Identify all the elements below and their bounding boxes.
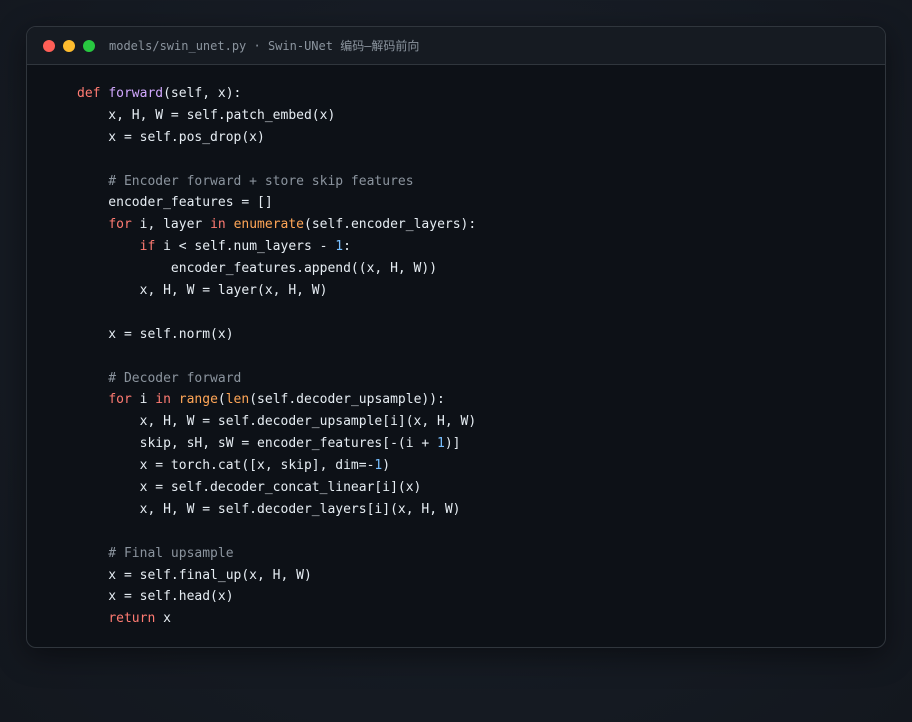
code-line: for i, layer in enumerate(self.encoder_l… bbox=[77, 214, 885, 236]
code-token: : bbox=[343, 239, 351, 255]
code-token: x = self.norm(x) bbox=[77, 326, 234, 342]
code-line: x = torch.cat([x, skip], dim=-1) bbox=[77, 455, 885, 477]
code-line: x = self.decoder_concat_linear[i](x) bbox=[77, 477, 885, 499]
code-token: ( bbox=[217, 392, 226, 408]
code-token: ) bbox=[382, 458, 391, 474]
close-window-button[interactable] bbox=[43, 39, 55, 52]
code-line: return x bbox=[77, 608, 885, 630]
code-line: x, H, W = self.decoder_layers[i](x, H, W… bbox=[77, 499, 885, 521]
window-titlebar: models/swin_unet.py · Swin-UNet 编码—解码前向 bbox=[27, 27, 885, 65]
code-token: x bbox=[155, 611, 171, 627]
code-token: enumerate bbox=[233, 217, 305, 233]
code-line: for i in range(len(self.decoder_upsample… bbox=[77, 389, 885, 411]
code-token: x, H, W = layer(x, H, W) bbox=[77, 283, 328, 299]
code-token: x = self.pos_drop(x) bbox=[77, 129, 265, 145]
code-token: for bbox=[108, 392, 132, 408]
code-token: in bbox=[155, 392, 171, 408]
code-token: forward bbox=[108, 86, 164, 101]
code-line: encoder_features.append((x, H, W)) bbox=[77, 258, 885, 280]
code-token: range bbox=[178, 392, 218, 408]
maximize-window-button[interactable] bbox=[83, 39, 95, 52]
window-title: models/swin_unet.py · Swin-UNet 编码—解码前向 bbox=[109, 39, 420, 53]
code-token: (self.encoder_layers): bbox=[304, 217, 477, 233]
code-token: # Final upsample bbox=[77, 545, 234, 561]
code-line: x = self.final_up(x, H, W) bbox=[77, 565, 885, 587]
code-line: # Decoder forward bbox=[77, 368, 885, 390]
code-line: x, H, W = self.decoder_upsample[i](x, H,… bbox=[77, 411, 885, 433]
code-token: x = self.head(x) bbox=[77, 589, 234, 605]
code-token: for bbox=[108, 217, 132, 233]
code-token: x = torch.cat([x, skip], dim=- bbox=[77, 458, 375, 474]
code-token: i bbox=[131, 392, 156, 408]
minimize-window-button[interactable] bbox=[63, 39, 75, 52]
code-line: if i < self.num_layers - 1: bbox=[77, 236, 885, 258]
code-token: # Encoder forward + store skip features bbox=[77, 173, 414, 189]
code-token: i < self.num_layers - bbox=[155, 239, 336, 255]
code-block[interactable]: def forward(self, x): x, H, W = self.pat… bbox=[27, 65, 885, 630]
code-line: x, H, W = self.patch_embed(x) bbox=[77, 105, 885, 127]
code-token: x = self.final_up(x, H, W) bbox=[77, 567, 312, 583]
code-token: encoder_features = [] bbox=[77, 195, 273, 211]
code-token: )] bbox=[444, 436, 461, 452]
code-line: x = self.head(x) bbox=[77, 586, 885, 608]
code-window: models/swin_unet.py · Swin-UNet 编码—解码前向 … bbox=[26, 26, 886, 648]
code-token: 1 bbox=[335, 239, 344, 255]
code-token: skip, sH, sW = encoder_features[-(i + bbox=[77, 436, 438, 452]
code-token: x = self.decoder_concat_linear[i](x) bbox=[77, 480, 422, 496]
code-line: def forward(self, x): bbox=[77, 83, 885, 105]
code-token: encoder_features.append((x, H, W)) bbox=[77, 261, 438, 277]
code-token: (self, x): bbox=[163, 86, 242, 101]
code-token: (self.decoder_upsample)): bbox=[249, 392, 445, 408]
code-line: x = self.norm(x) bbox=[77, 324, 885, 346]
code-line: encoder_features = [] bbox=[77, 192, 885, 214]
code-token: i, layer bbox=[131, 217, 211, 233]
code-token: x, H, W = self.decoder_upsample[i](x, H,… bbox=[77, 414, 477, 430]
code-line: skip, sH, sW = encoder_features[-(i + 1)… bbox=[77, 433, 885, 455]
code-token: # Decoder forward bbox=[77, 370, 242, 386]
code-line: # Final upsample bbox=[77, 543, 885, 565]
code-token: x, H, W = self.decoder_layers[i](x, H, W… bbox=[77, 501, 461, 517]
code-token: if bbox=[139, 239, 156, 255]
code-token: in bbox=[210, 217, 226, 233]
code-token: 1 bbox=[437, 436, 445, 452]
code-token: x, H, W = self.patch_embed(x) bbox=[77, 107, 336, 123]
code-line: # Encoder forward + store skip features bbox=[77, 171, 885, 193]
code-line: x = self.pos_drop(x) bbox=[77, 127, 885, 149]
code-token: return bbox=[108, 611, 156, 627]
code-line: x, H, W = layer(x, H, W) bbox=[77, 280, 885, 302]
code-token: def bbox=[77, 86, 109, 101]
code-token: len bbox=[225, 392, 250, 408]
